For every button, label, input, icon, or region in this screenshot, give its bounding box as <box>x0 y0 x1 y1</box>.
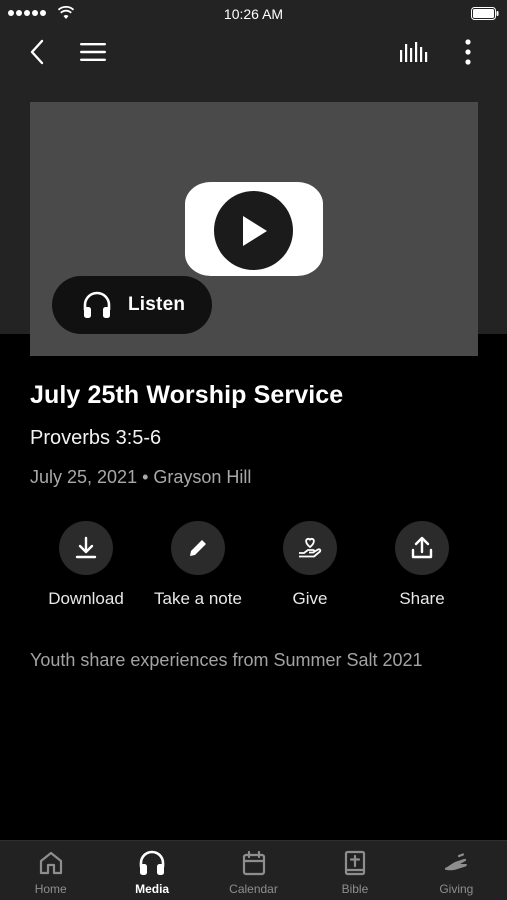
tab-media-label: Media <box>135 882 170 896</box>
tab-media[interactable]: Media <box>101 841 202 900</box>
battery-icon <box>471 7 499 20</box>
give-icon-circle[interactable] <box>283 521 337 575</box>
audio-bars-icon <box>400 42 428 62</box>
share-label: Share <box>399 589 445 608</box>
play-button[interactable] <box>214 191 293 270</box>
tab-bible-label: Bible <box>341 882 369 896</box>
menu-button[interactable] <box>77 36 109 68</box>
tab-bar: Home Media Calendar Bible Giving <box>0 840 507 900</box>
hand-heart-icon <box>299 537 322 558</box>
hamburger-menu-icon <box>80 43 106 61</box>
note-icon-circle[interactable] <box>171 521 225 575</box>
share-icon <box>411 536 433 559</box>
headphones-icon <box>139 850 165 875</box>
share-button[interactable]: Share <box>366 521 478 609</box>
pencil-icon <box>190 540 206 556</box>
take-note-label: Take a note <box>154 589 242 608</box>
headphones-icon <box>83 291 111 318</box>
give-button[interactable]: Give <box>254 521 366 609</box>
home-icon <box>39 851 62 875</box>
download-button[interactable]: Download <box>30 521 142 609</box>
more-options-button[interactable] <box>452 36 484 68</box>
tab-giving[interactable]: Giving <box>406 841 507 900</box>
tab-calendar-label: Calendar <box>229 882 278 896</box>
audio-button[interactable] <box>398 36 430 68</box>
date-speaker: July 25, 2021 • Grayson Hill <box>30 467 252 487</box>
video-play-logo[interactable] <box>185 182 323 276</box>
page-title: July 25th Worship Service <box>30 381 344 409</box>
tab-bible[interactable]: Bible <box>304 841 405 900</box>
listen-label: Listen <box>128 294 186 315</box>
download-label: Download <box>48 589 124 608</box>
listen-button[interactable]: Listen <box>52 276 212 334</box>
play-icon <box>242 215 267 246</box>
calendar-icon <box>242 850 265 876</box>
chevron-left-icon <box>30 39 44 65</box>
take-note-button[interactable]: Take a note <box>142 521 254 609</box>
give-label: Give <box>292 589 328 608</box>
scripture-reference: Proverbs 3:5-6 <box>30 427 162 449</box>
tab-calendar[interactable]: Calendar <box>203 841 304 900</box>
download-icon <box>75 536 97 559</box>
tab-giving-label: Giving <box>439 882 474 896</box>
video-player[interactable]: Listen <box>30 102 478 356</box>
bible-icon <box>344 850 366 876</box>
tab-home[interactable]: Home <box>0 841 101 900</box>
media-description: Youth share experiences from Summer Salt… <box>30 650 423 670</box>
more-vertical-icon <box>465 39 471 65</box>
download-icon-circle[interactable] <box>59 521 113 575</box>
giving-hand-icon <box>445 853 468 871</box>
status-time: 10:26 AM <box>223 6 284 22</box>
back-button[interactable] <box>22 36 54 68</box>
status-bar: 10:26 AM <box>0 0 507 28</box>
tab-home-label: Home <box>34 882 67 896</box>
share-icon-circle[interactable] <box>395 521 449 575</box>
